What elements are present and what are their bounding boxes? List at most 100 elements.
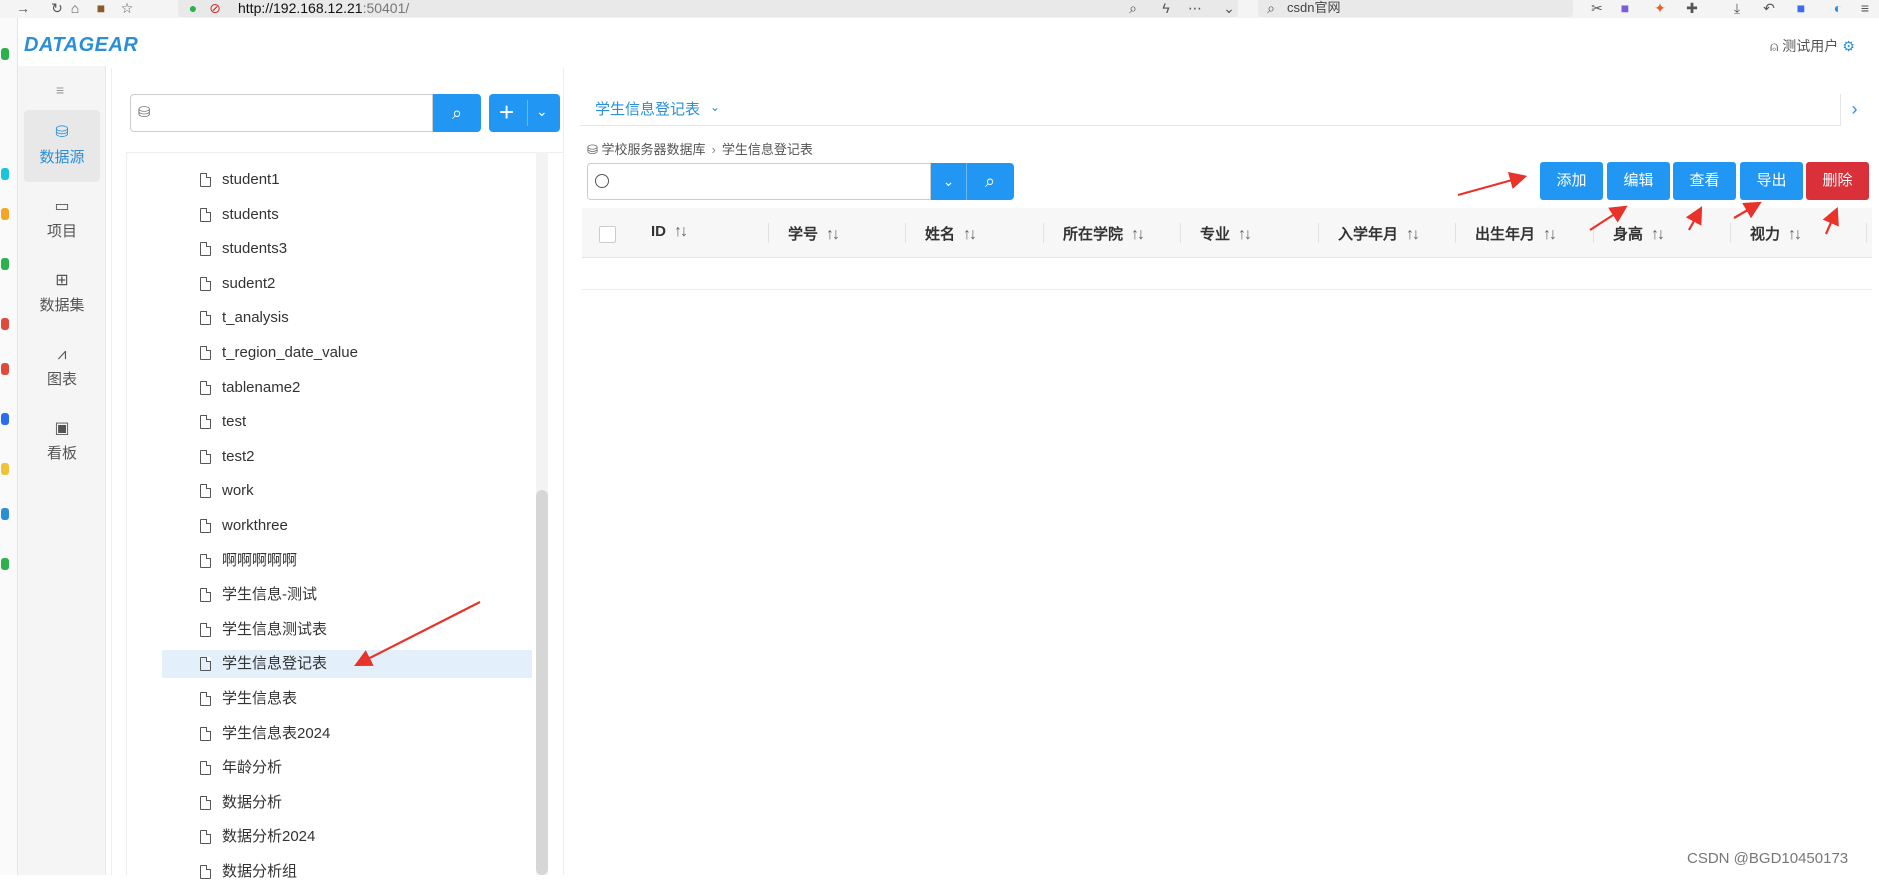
column-header-name[interactable]: 姓名 ↑↓ (925, 223, 977, 244)
translate-icon[interactable]: ■ (1616, 0, 1634, 16)
column-header-id[interactable]: ID ↑↓ (651, 223, 688, 241)
chevron-down-icon[interactable]: ⌄ (710, 100, 720, 114)
column-divider[interactable] (1455, 223, 1456, 243)
scissors-icon[interactable]: ✂ (1588, 0, 1606, 16)
column-header-birth-date[interactable]: 出生年月 ↑↓ (1475, 223, 1557, 244)
tree-item[interactable]: 数据分析2024 (162, 823, 532, 851)
briefcase-icon[interactable]: ■ (92, 0, 110, 16)
menu-icon[interactable]: ≡ (1856, 0, 1874, 16)
view-button[interactable]: 查看 (1673, 162, 1736, 200)
reload-icon[interactable]: ↻ (48, 0, 66, 16)
tab-student-register[interactable]: 学生信息登记表 (595, 98, 700, 119)
sort-icon[interactable]: ↑↓ (1543, 226, 1557, 243)
tree-item[interactable]: tablename2 (162, 374, 532, 402)
extension-icon[interactable]: ✦ (1651, 0, 1669, 16)
tree-item[interactable]: 学生信息表 (162, 685, 532, 713)
column-header-college[interactable]: 所在学院 ↑↓ (1063, 223, 1145, 244)
nav-item-dataset[interactable]: ⊞ 数据集 (24, 258, 100, 330)
tree-item[interactable]: 学生信息-测试 (162, 581, 532, 609)
column-header-height[interactable]: 身高 ↑↓ (1613, 223, 1665, 244)
tree-search-button[interactable]: ⌕ (433, 94, 481, 132)
app-icon[interactable] (1, 318, 9, 330)
tab-scroll-right-button[interactable]: › (1840, 94, 1868, 126)
column-header-vision[interactable]: 视力 ↑↓ (1750, 223, 1802, 244)
tree-item[interactable]: 数据分析组 (162, 858, 532, 886)
column-divider[interactable] (768, 223, 769, 243)
column-divider[interactable] (1730, 223, 1731, 243)
sort-icon[interactable]: ↑↓ (674, 223, 688, 240)
tree-item[interactable]: students (162, 201, 532, 229)
breadcrumb-database[interactable]: 学校服务器数据库 (602, 142, 706, 157)
user-menu[interactable]: ⍝ 测试用户 ⚙ (1770, 36, 1855, 56)
add-datasource-button[interactable]: + ⌄ (489, 94, 560, 132)
tree-item[interactable]: 啊啊啊啊啊 (162, 547, 532, 575)
home-icon[interactable]: ⌂ (66, 0, 84, 16)
app-icon[interactable] (1, 558, 9, 570)
tree-search-input[interactable] (130, 94, 433, 132)
app-icon[interactable] (1, 413, 9, 425)
export-button[interactable]: 导出 (1740, 162, 1803, 200)
app-icon[interactable] (1, 208, 9, 220)
column-divider[interactable] (905, 223, 906, 243)
tree-item[interactable]: student1 (162, 166, 532, 194)
tree-item[interactable]: students3 (162, 235, 532, 263)
settings-icon[interactable]: ⚙ (1842, 38, 1855, 54)
app-icon[interactable] (1, 363, 9, 375)
app-icon[interactable] (1, 508, 9, 520)
select-all-checkbox[interactable] (599, 226, 616, 243)
tree-scrollbar-thumb[interactable] (536, 490, 548, 875)
tree-item[interactable]: workthree (162, 512, 532, 540)
column-header-enroll-date[interactable]: 入学年月 ↑↓ (1338, 223, 1420, 244)
edit-button[interactable]: 编辑 (1607, 162, 1670, 200)
app-logo[interactable]: DATAGEAR (24, 34, 138, 57)
chevron-down-icon[interactable]: ⌄ (1220, 0, 1238, 16)
column-divider[interactable] (1180, 223, 1181, 243)
tree-item[interactable]: 学生信息表2024 (162, 720, 532, 748)
tree-item[interactable]: 数据分析 (162, 789, 532, 817)
app-icon[interactable] (1, 258, 9, 270)
column-divider[interactable] (1318, 223, 1319, 243)
tree-item[interactable]: test (162, 408, 532, 436)
sort-icon[interactable]: ↑↓ (1131, 226, 1145, 243)
edge-icon[interactable]: ◐ (1829, 0, 1847, 16)
app-icon[interactable] (1, 168, 9, 180)
app-icon[interactable] (1, 463, 9, 475)
puzzle-icon[interactable]: ✚ (1683, 0, 1701, 16)
favorites-icon[interactable]: ☆ (118, 0, 136, 16)
undo-icon[interactable]: ↶ (1760, 0, 1778, 16)
tree-item[interactable]: work (162, 477, 532, 505)
tree-item[interactable]: 学生信息登记表 (162, 650, 532, 678)
nav-item-dashboard[interactable]: ▣ 看板 (24, 406, 100, 478)
column-header-student-no[interactable]: 学号 ↑↓ (788, 223, 840, 244)
sort-icon[interactable]: ↑↓ (1406, 226, 1420, 243)
tree-item[interactable]: 学生信息测试表 (162, 616, 532, 644)
tree-item[interactable]: test2 (162, 443, 532, 471)
add-button[interactable]: 添加 (1540, 162, 1603, 200)
zoom-icon[interactable]: ⌕ (1124, 0, 1142, 16)
sort-icon[interactable]: ↑↓ (1238, 226, 1252, 243)
column-divider[interactable] (1043, 223, 1044, 243)
app-icon[interactable] (1, 48, 9, 60)
column-divider[interactable] (1593, 223, 1594, 243)
menu-toggle-icon[interactable]: ≡ (56, 82, 64, 98)
download-icon[interactable]: ⤓ (1728, 0, 1746, 16)
chevron-down-icon[interactable]: ⌄ (536, 103, 548, 120)
lightning-icon[interactable]: ϟ (1157, 0, 1175, 16)
tree-item[interactable]: 年龄分析 (162, 754, 532, 782)
tree-item[interactable]: sudent2 (162, 270, 532, 298)
query-dropdown-button[interactable]: ⌄ (931, 163, 966, 200)
column-header-major[interactable]: 专业 ↑↓ (1200, 223, 1252, 244)
sort-icon[interactable]: ↑↓ (826, 226, 840, 243)
tree-item[interactable]: t_analysis (162, 304, 532, 332)
nav-item-datasource[interactable]: ⛁ 数据源 (24, 110, 100, 182)
tree-item[interactable]: t_region_date_value (162, 339, 532, 367)
column-divider[interactable] (1866, 223, 1867, 243)
nav-item-project[interactable]: ▭ 项目 (24, 184, 100, 256)
sort-icon[interactable]: ↑↓ (1651, 226, 1665, 243)
sort-icon[interactable]: ↑↓ (963, 226, 977, 243)
more-icon[interactable]: ⋯ (1186, 0, 1204, 16)
nav-item-chart[interactable]: ⩘ 图表 (24, 332, 100, 404)
sort-icon[interactable]: ↑↓ (1788, 226, 1802, 243)
ai-icon[interactable]: ■ (1792, 0, 1810, 16)
query-input[interactable] (587, 163, 931, 200)
